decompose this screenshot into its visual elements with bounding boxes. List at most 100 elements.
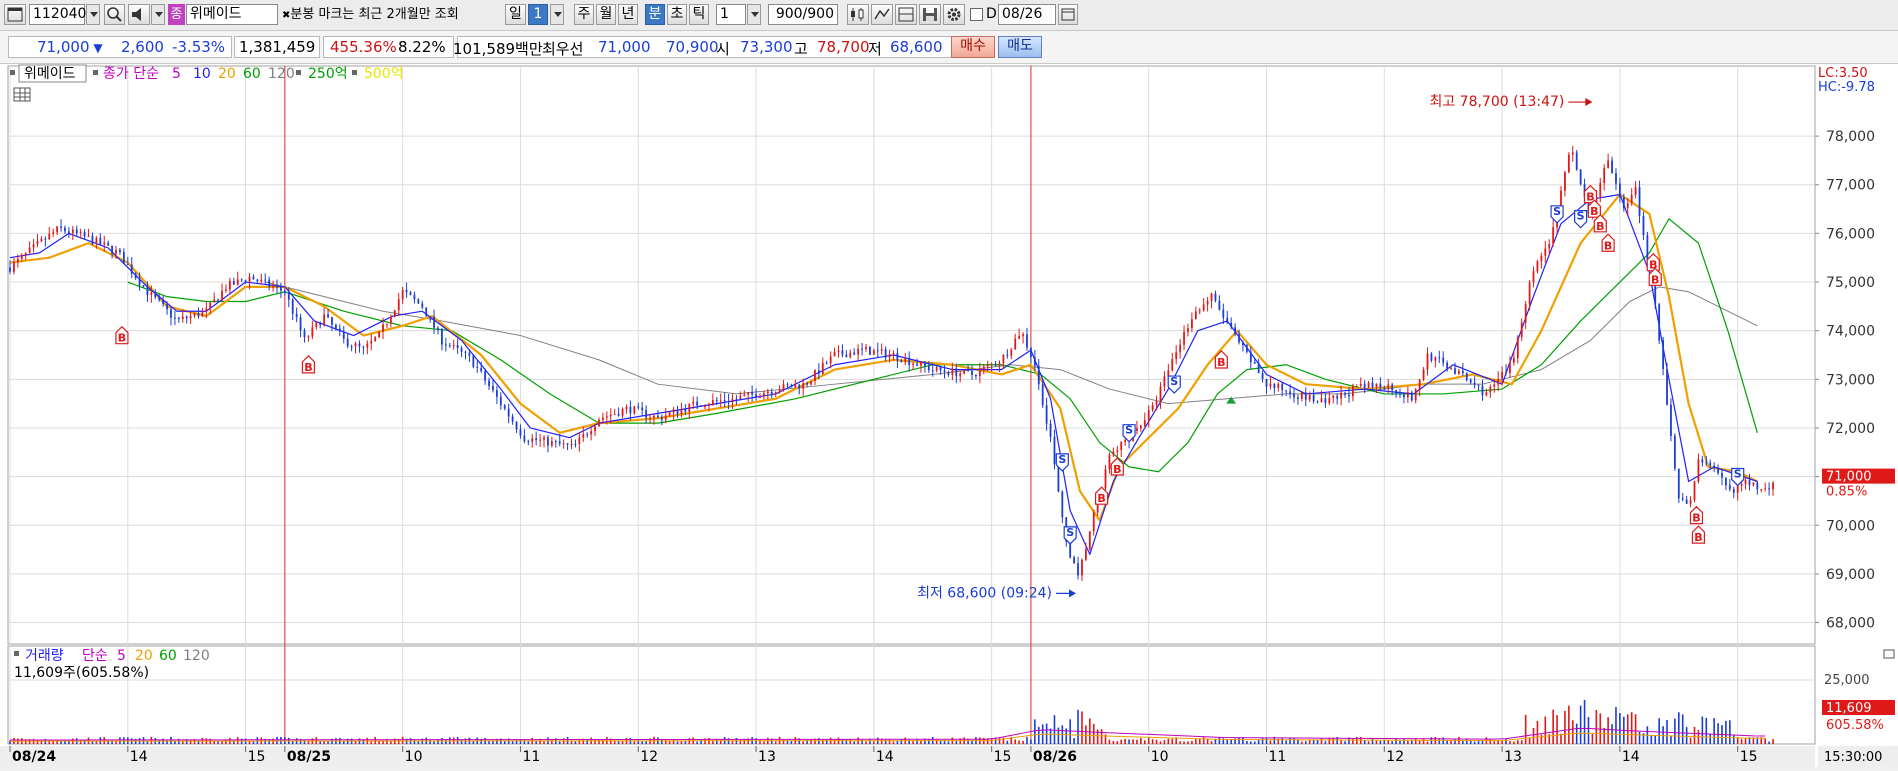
period-second-button[interactable]: 초 [667,4,687,25]
legend-ma5[interactable]: 5 [172,66,181,82]
legend-ma10[interactable]: 10 [193,66,211,82]
legend-extra2[interactable]: 500억 [364,66,404,82]
volume-bar [1014,739,1017,744]
legend-ma60[interactable]: 60 [243,66,261,82]
candle-body [421,303,424,308]
volume-legend-ma5[interactable]: 5 [117,648,126,664]
period-num-dropdown[interactable] [550,4,564,25]
date-input[interactable]: 08/26 [998,4,1056,25]
volume-bar [558,741,561,744]
volume-legend-label[interactable]: 단순 [82,648,108,664]
sell-button[interactable]: 매도 [998,36,1042,58]
stock-code-dropdown[interactable] [86,4,100,25]
period-minute-button[interactable]: 분 [645,4,665,25]
stock-name-field[interactable]: 위메이드 [186,4,278,25]
bar-count-input[interactable]: 900/900 [768,4,838,25]
candle-body [244,280,247,282]
indicator-icon[interactable] [895,4,917,25]
candle-body [1603,167,1606,183]
candle-body [1469,379,1472,383]
stock-code-input[interactable]: 112040 [29,4,86,25]
period-year-button[interactable]: 년 [618,4,638,25]
candle-body [1041,384,1044,406]
sell-signal-label: S [1058,453,1066,466]
candle-body [751,392,754,395]
volume-bar [641,741,643,744]
chart-area[interactable]: BBSSBBSSBSSBBBBBBBBS 68,000 69,000 70,000 7… [0,64,1898,767]
calendar-icon[interactable] [1058,4,1078,25]
legend-price-label[interactable]: 종가 단순 [103,66,159,82]
volume-legend-ma120[interactable]: 120 [183,648,210,664]
sell-signal-label: S [1577,210,1585,223]
candle-settings-icon[interactable] [847,4,869,25]
high-annotation: 최고 78,700 (13:47) [1429,94,1564,110]
candle-body [1540,255,1543,262]
volume-bar [1371,738,1374,744]
draw-line-icon[interactable] [871,4,893,25]
candle-body [397,299,400,311]
volume-bar [908,739,910,744]
buy-button[interactable]: 매수 [951,36,995,58]
y-axis-label: 77,000 [1826,178,1875,194]
chart-svg[interactable]: BBSSBBSSBS SBBBBBBBBS 68,00069,00070,0007… [0,64,1898,767]
candle-body [1426,353,1429,370]
volume-bar [1634,714,1637,744]
volume-bar [865,741,867,744]
grid-toggle-icon[interactable] [13,87,31,102]
volume-bar [1520,740,1523,744]
candle-body [138,278,141,286]
period-day-button[interactable]: 일 [505,4,526,25]
legend-ma120[interactable]: 120 [268,66,295,82]
speaker-dropdown[interactable] [151,4,165,25]
candle-body [1002,354,1005,364]
speaker-icon[interactable] [128,4,150,25]
volume-legend-ma60[interactable]: 60 [159,648,177,664]
candle-body [680,409,683,415]
candle-body [735,398,738,400]
candle-body [880,349,883,351]
legend-ma20[interactable]: 20 [218,66,236,82]
period-num-field[interactable]: 1 [528,4,548,25]
candle-body [193,312,196,316]
candle-body [810,380,812,385]
date-checkbox[interactable] [970,8,983,21]
volume-bar [1725,720,1727,744]
period-tick-button[interactable]: 틱 [689,4,709,25]
period-month-button[interactable]: 월 [596,4,616,25]
y-axis-label: 68,000 [1826,616,1875,632]
volume-bar [1363,740,1366,744]
candle-body [696,401,699,406]
volume-legend-ma20[interactable]: 20 [135,648,153,664]
candle-body [1120,442,1123,450]
volume-bar [1293,738,1295,744]
volume-bar [1163,740,1166,744]
volume-bar [543,741,545,744]
volume-bar [433,741,435,744]
volume-bar [413,739,416,744]
candle-body [1014,338,1017,350]
search-icon[interactable] [104,4,125,25]
gear-icon[interactable] [943,4,965,25]
buy-signal-label: B [1692,512,1700,525]
buy-signal-label: B [1113,463,1121,476]
candle-body [1740,484,1743,486]
x-axis-label: 15 [1740,749,1758,765]
volume-bar [1159,741,1162,744]
window-menu-icon[interactable] [4,4,26,25]
candle-body [1434,357,1437,361]
candle-body [287,293,290,300]
legend-extra1[interactable]: 250억 [308,66,348,82]
pane-toggle-icon[interactable] [1883,649,1895,659]
candle-body [1634,187,1637,195]
candle-body [1179,344,1182,353]
interval-dropdown[interactable] [747,4,761,25]
candle-body [543,437,545,440]
volume-bar [621,740,624,744]
volume-bar [1619,713,1621,744]
save-icon[interactable] [919,4,941,25]
volume-bar [1505,738,1507,744]
sell-signal-label: S [1170,375,1178,388]
volume-legend-name[interactable]: 거래량 [25,648,64,664]
period-week-button[interactable]: 주 [574,4,594,25]
interval-input[interactable]: 1 [716,4,746,25]
